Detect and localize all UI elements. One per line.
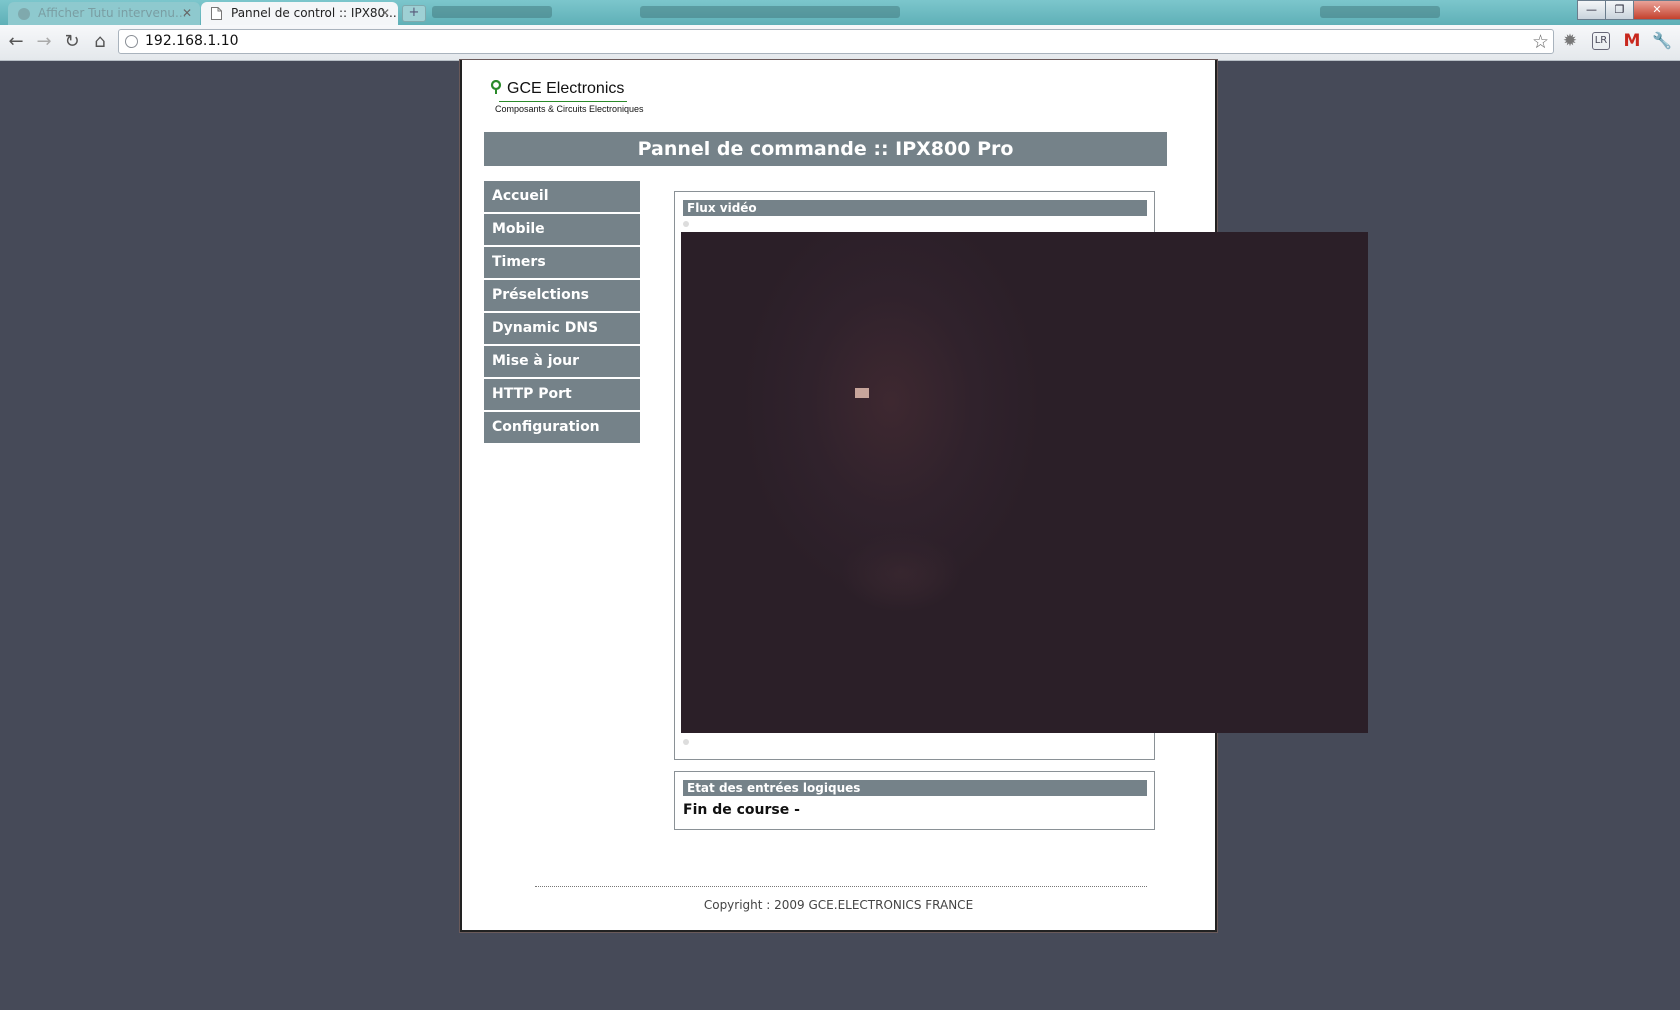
close-tab-icon[interactable]: ✕ (182, 2, 192, 25)
video-highlight (855, 388, 869, 398)
tab-strip: Afficher Tutu intervenu... ✕ Pannel de c… (0, 0, 1680, 25)
browser-toolbar: ← → ↻ ⌂ 192.168.1.10 ☆ ✹ LR M 🔧 (0, 25, 1680, 61)
tab-inactive[interactable]: Afficher Tutu intervenu... ✕ (8, 2, 200, 25)
menu-item-http-port[interactable]: HTTP Port (484, 379, 640, 412)
blurred-bookmarks (432, 6, 552, 18)
page-icon (211, 7, 222, 20)
video-panel-title: Flux vidéo (683, 200, 1147, 216)
menu-item-mobile[interactable]: Mobile (484, 214, 640, 247)
home-icon[interactable]: ⌂ (90, 32, 110, 52)
gmail-icon[interactable]: M (1623, 32, 1641, 50)
tab-label: Afficher Tutu intervenu... (38, 6, 187, 20)
logo-pin-icon (490, 80, 502, 94)
logo-underline (499, 101, 627, 102)
globe-icon (125, 35, 138, 48)
menu-item-timers[interactable]: Timers (484, 247, 640, 280)
blurred-toolbar (640, 6, 900, 18)
inputs-panel-title: Etat des entrées logiques (683, 780, 1147, 796)
bookmark-star-icon[interactable]: ☆ (1532, 30, 1549, 54)
inputs-panel: Etat des entrées logiques Fin de course … (674, 771, 1155, 830)
menu-item-accueil[interactable]: Accueil (484, 181, 640, 214)
input-status: Fin de course - (683, 802, 800, 818)
address-bar[interactable]: 192.168.1.10 ☆ (118, 29, 1554, 54)
bullet-dot (683, 739, 689, 745)
page-icon (18, 8, 30, 20)
tab-label: Pannel de control :: IPX80... (231, 6, 397, 20)
url-text: 192.168.1.10 (145, 33, 239, 49)
close-window-button[interactable]: ✕ (1633, 0, 1680, 20)
footer-divider (535, 886, 1147, 887)
new-tab-button[interactable]: + (402, 5, 426, 22)
menu-item-dynamic-dns[interactable]: Dynamic DNS (484, 313, 640, 346)
restore-button[interactable]: ❐ (1605, 0, 1634, 20)
logo-tagline: Composants & Circuits Electroniques (495, 104, 644, 114)
close-tab-icon[interactable]: ✕ (380, 2, 390, 25)
sidebar-menu: Accueil Mobile Timers Préselctions Dynam… (484, 181, 640, 445)
logo-name: GCE Electronics (507, 80, 625, 97)
menu-item-mise-a-jour[interactable]: Mise à jour (484, 346, 640, 379)
page-title: Pannel de commande :: IPX800 Pro (484, 132, 1167, 166)
menu-item-configuration[interactable]: Configuration (484, 412, 640, 445)
tab-active[interactable]: Pannel de control :: IPX80... ✕ (201, 2, 398, 25)
copyright: Copyright : 2009 GCE.ELECTRONICS FRANCE (703, 898, 974, 912)
reload-icon[interactable]: ↻ (62, 32, 82, 52)
bullet-dot (683, 221, 689, 227)
gear-icon[interactable]: ✹ (1561, 32, 1579, 50)
minimize-button[interactable]: — (1577, 0, 1606, 20)
window-controls: — ❐ ✕ (1577, 0, 1680, 20)
wrench-icon[interactable]: 🔧 (1652, 32, 1672, 50)
lr-icon[interactable]: LR (1592, 32, 1610, 50)
back-arrow-icon[interactable]: ← (6, 32, 26, 52)
video-stream (681, 232, 1368, 733)
blurred-field (1320, 6, 1440, 18)
forward-arrow-icon[interactable]: → (34, 32, 54, 52)
menu-item-preselections[interactable]: Préselctions (484, 280, 640, 313)
